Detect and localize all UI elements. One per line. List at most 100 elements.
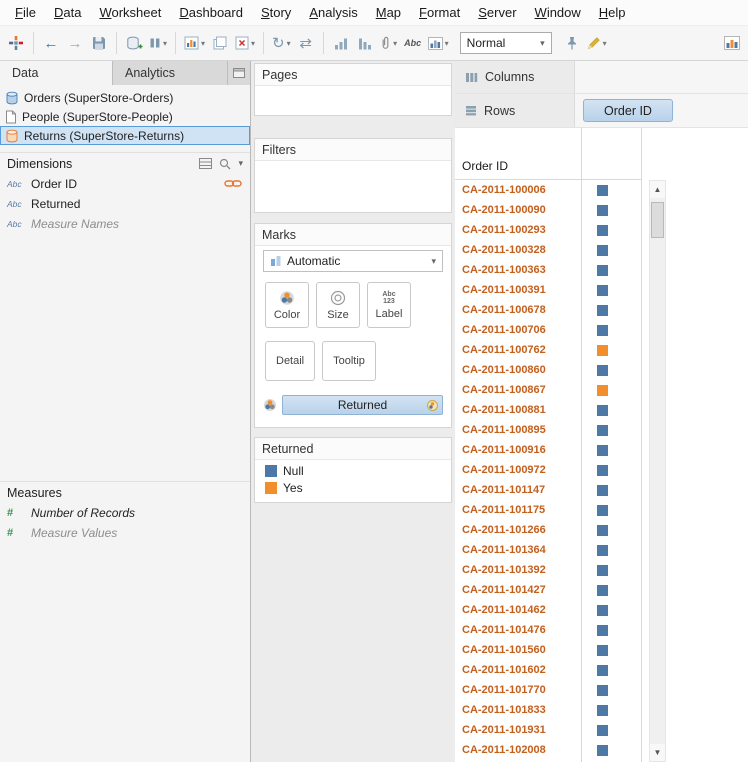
table-row[interactable]: CA-2011-100293 <box>455 220 748 240</box>
table-row[interactable]: CA-2011-101931 <box>455 720 748 740</box>
table-row[interactable]: CA-2011-101364 <box>455 540 748 560</box>
table-row[interactable]: CA-2011-100363 <box>455 260 748 280</box>
order-id-cell[interactable]: CA-2011-100328 <box>455 244 581 256</box>
table-row[interactable]: CA-2011-101833 <box>455 700 748 720</box>
sort-desc-button[interactable] <box>353 30 377 56</box>
field-measure-names[interactable]: Abc Measure Names <box>0 214 250 234</box>
columns-drop-area[interactable] <box>575 61 748 93</box>
mark-square[interactable] <box>597 304 608 316</box>
order-id-cell[interactable]: CA-2011-101175 <box>455 504 581 516</box>
table-row[interactable]: CA-2011-101427 <box>455 580 748 600</box>
order-id-cell[interactable]: CA-2011-101462 <box>455 604 581 616</box>
mark-type-dropdown[interactable]: Automatic ▾ <box>263 250 443 272</box>
mark-square[interactable] <box>597 244 608 256</box>
add-data-button[interactable] <box>122 30 146 56</box>
search-icon[interactable] <box>219 158 231 170</box>
order-id-cell[interactable]: CA-2011-100881 <box>455 404 581 416</box>
mark-square[interactable] <box>597 364 608 376</box>
mark-square[interactable] <box>597 344 608 356</box>
table-row[interactable]: CA-2011-101175 <box>455 500 748 520</box>
table-row[interactable]: CA-2011-100678 <box>455 300 748 320</box>
order-id-cell[interactable]: CA-2011-100293 <box>455 224 581 236</box>
mark-square[interactable] <box>597 444 608 456</box>
tableau-logo-button[interactable] <box>4 30 28 56</box>
clear-sheet-button[interactable]: ▾ <box>232 30 258 56</box>
table-row[interactable]: CA-2011-101392 <box>455 560 748 580</box>
fit-button[interactable]: ▾ <box>425 30 452 56</box>
mark-cell[interactable] <box>581 224 641 236</box>
mark-square[interactable] <box>597 584 608 596</box>
field-number-of-records[interactable]: # Number of Records <box>0 503 250 523</box>
mark-square[interactable] <box>597 704 608 716</box>
table-row[interactable]: CA-2011-100706 <box>455 320 748 340</box>
mark-cell[interactable] <box>581 344 641 356</box>
mark-cell[interactable] <box>581 684 641 696</box>
mark-cell[interactable] <box>581 464 641 476</box>
order-id-cell[interactable]: CA-2011-100895 <box>455 424 581 436</box>
mark-cell[interactable] <box>581 324 641 336</box>
mark-cell[interactable] <box>581 644 641 656</box>
menu-story[interactable]: Story <box>252 1 300 24</box>
order-id-cell[interactable]: CA-2011-100391 <box>455 284 581 296</box>
forward-button[interactable]: → <box>63 30 87 56</box>
mark-cell[interactable] <box>581 384 641 396</box>
mark-square[interactable] <box>597 484 608 496</box>
datasource-orders[interactable]: Orders (SuperStore-Orders) <box>0 88 250 107</box>
menu-worksheet[interactable]: Worksheet <box>90 1 170 24</box>
table-row[interactable]: CA-2011-100090 <box>455 200 748 220</box>
back-button[interactable]: ← <box>39 30 63 56</box>
order-id-cell[interactable]: CA-2011-100867 <box>455 384 581 396</box>
order-id-cell[interactable]: CA-2011-101931 <box>455 724 581 736</box>
table-row[interactable]: CA-2011-100972 <box>455 460 748 480</box>
mark-cell[interactable] <box>581 544 641 556</box>
mark-cell[interactable] <box>581 244 641 256</box>
duplicate-button[interactable] <box>208 30 232 56</box>
field-returned[interactable]: Abc Returned <box>0 194 250 214</box>
order-id-cell[interactable]: CA-2011-101476 <box>455 624 581 636</box>
view-options-icon[interactable] <box>199 158 213 169</box>
order-id-cell[interactable]: CA-2011-100972 <box>455 464 581 476</box>
order-id-cell[interactable]: CA-2011-100762 <box>455 344 581 356</box>
legend-item-null[interactable]: Null <box>255 462 451 479</box>
table-row[interactable]: CA-2011-101147 <box>455 480 748 500</box>
datasource-people[interactable]: People (SuperStore-People) <box>0 107 250 126</box>
mark-square[interactable] <box>597 524 608 536</box>
mark-square[interactable] <box>597 264 608 276</box>
table-row[interactable]: CA-2011-101462 <box>455 600 748 620</box>
color-button[interactable]: Color <box>265 282 309 328</box>
order-id-cell[interactable]: CA-2011-101833 <box>455 704 581 716</box>
mark-square[interactable] <box>597 504 608 516</box>
mark-square[interactable] <box>597 604 608 616</box>
show-labels-button[interactable]: Abc <box>401 30 425 56</box>
pane-window-button[interactable] <box>228 61 250 85</box>
table-row[interactable]: CA-2011-101770 <box>455 680 748 700</box>
mark-square[interactable] <box>597 724 608 736</box>
vertical-scrollbar[interactable]: ▲ ▼ <box>649 180 666 762</box>
order-id-cell[interactable]: CA-2011-101560 <box>455 644 581 656</box>
mark-cell[interactable] <box>581 724 641 736</box>
table-row[interactable]: CA-2011-100881 <box>455 400 748 420</box>
order-id-cell[interactable]: CA-2011-100363 <box>455 264 581 276</box>
mark-square[interactable] <box>597 564 608 576</box>
mark-cell[interactable] <box>581 704 641 716</box>
mark-square[interactable] <box>597 684 608 696</box>
scroll-up-button[interactable]: ▲ <box>650 181 665 198</box>
order-id-cell[interactable]: CA-2011-101147 <box>455 484 581 496</box>
table-row[interactable]: CA-2011-100328 <box>455 240 748 260</box>
table-header-label[interactable]: Order ID <box>462 159 508 173</box>
menu-format[interactable]: Format <box>410 1 469 24</box>
datasource-returns[interactable]: Returns (SuperStore-Returns) <box>0 126 250 145</box>
save-button[interactable] <box>87 30 111 56</box>
mark-cell[interactable] <box>581 664 641 676</box>
pages-shelf[interactable] <box>255 85 451 115</box>
order-id-cell[interactable]: CA-2011-101427 <box>455 584 581 596</box>
mark-square[interactable] <box>597 664 608 676</box>
mark-square[interactable] <box>597 384 608 396</box>
mark-square[interactable] <box>597 424 608 436</box>
menu-server[interactable]: Server <box>469 1 525 24</box>
mark-square[interactable] <box>597 224 608 236</box>
table-row[interactable]: CA-2011-100762 <box>455 340 748 360</box>
mark-cell[interactable] <box>581 304 641 316</box>
mark-cell[interactable] <box>581 484 641 496</box>
menu-window[interactable]: Window <box>526 1 590 24</box>
